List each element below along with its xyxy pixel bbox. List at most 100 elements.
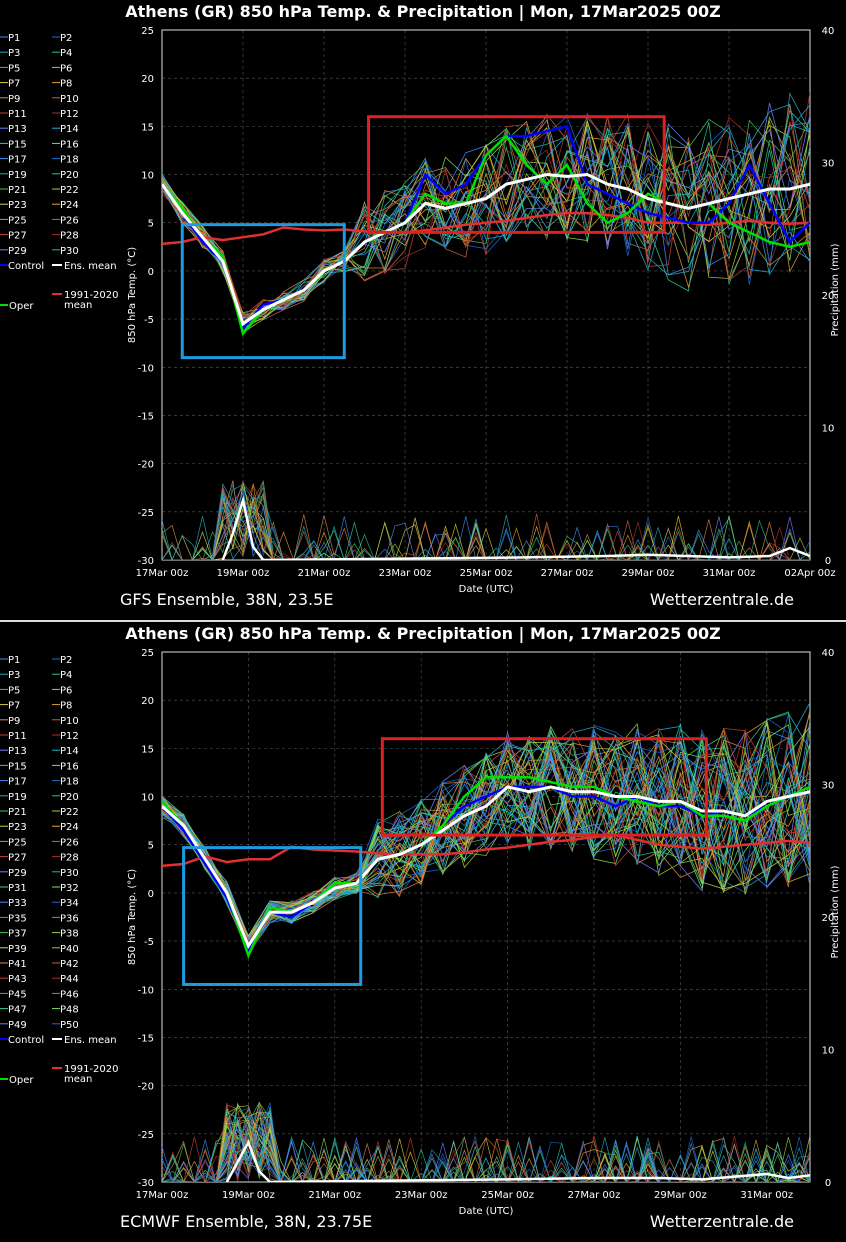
legend-label: P13	[8, 746, 27, 757]
legend-label: P19	[8, 170, 27, 181]
y-tick-label: -30	[138, 1178, 154, 1189]
legend-label: P17	[8, 777, 27, 788]
legend-label: P43	[8, 974, 27, 985]
legend-label: P20	[60, 170, 79, 181]
legend-label: P24	[60, 822, 79, 833]
y2-axis-label: Precipitation (mm)	[830, 243, 841, 336]
y-tick-label: -25	[138, 508, 154, 519]
source-label: Wetterzentrale.de	[649, 1212, 794, 1231]
legend-label: P44	[60, 974, 79, 985]
legend: P1 P2 P3 P4 P5 P6 P7 P8 P9 P10 P11 P12 P13 P14 P15 P16 P…	[0, 33, 119, 312]
legend-label: P18	[60, 155, 79, 166]
y-tick-label: 25	[141, 648, 154, 659]
y2-tick-label: 0	[825, 1178, 831, 1189]
legend-label: P18	[60, 777, 79, 788]
legend-label: P8	[60, 701, 72, 712]
x-tick-label: 23Mar 00z	[395, 1190, 448, 1201]
x-tick-label: 31Mar 00z	[703, 568, 756, 579]
gfs-panel: Athens (GR) 850 hPa Temp. & Precipitatio…	[0, 0, 846, 620]
y-tick-label: -10	[138, 363, 154, 374]
legend-label: P4	[60, 670, 72, 681]
x-tick-label: 02Apr 00z	[784, 568, 835, 579]
legend-label: P42	[60, 959, 79, 970]
x-tick-label: 29Mar 00z	[654, 1190, 707, 1201]
legend-label: P7	[8, 79, 20, 90]
legend-label: P4	[60, 48, 72, 59]
legend-label: P12	[60, 109, 79, 120]
legend-label: P50	[60, 1020, 79, 1031]
gfs-chart: 2520151050-5-10-15-20-25-3040302010017Ma…	[0, 26, 841, 595]
legend-label: P5	[8, 685, 20, 696]
legend-label: P37	[8, 929, 27, 940]
y-tick-label: -20	[138, 1082, 154, 1093]
legend-label: P2	[60, 655, 72, 666]
legend-label: P30	[60, 868, 79, 879]
y-tick-label: 25	[141, 26, 154, 37]
y-tick-label: -15	[138, 411, 154, 422]
y-tick-label: -5	[144, 937, 154, 948]
legend-label: P2	[60, 33, 72, 44]
legend-label: P16	[60, 139, 79, 150]
ecmwf-chart: 2520151050-5-10-15-20-25-3040302010017Ma…	[0, 648, 841, 1217]
y2-tick-label: 30	[822, 159, 835, 170]
y-tick-label: -20	[138, 460, 154, 471]
y2-tick-label: 30	[822, 781, 835, 792]
x-tick-label: 27Mar 00z	[568, 1190, 621, 1201]
y-tick-label: 10	[141, 171, 154, 182]
x-tick-label: 27Mar 00z	[541, 568, 594, 579]
legend-label: P3	[8, 670, 20, 681]
y-axis-label: 850 hPa Temp. (°C)	[127, 247, 138, 343]
model-label: ECMWF Ensemble, 38N, 23.75E	[120, 1212, 373, 1231]
legend-label: P15	[8, 139, 27, 150]
legend-label: P3	[8, 48, 20, 59]
legend-label: P6	[60, 685, 72, 696]
y2-tick-label: 10	[822, 424, 835, 435]
legend-label: P11	[8, 109, 27, 120]
legend-label: P32	[60, 883, 79, 894]
legend-control: Control	[8, 261, 44, 272]
legend-label: P22	[60, 185, 79, 196]
legend-label: P10	[60, 716, 79, 727]
legend-label: P25	[8, 837, 27, 848]
y2-axis-label: Precipitation (mm)	[830, 865, 841, 958]
legend-label: P47	[8, 1005, 27, 1016]
legend-label: P28	[60, 853, 79, 864]
x-tick-label: 29Mar 00z	[622, 568, 675, 579]
legend-label: P14	[60, 746, 79, 757]
y-tick-label: 20	[141, 74, 154, 85]
x-tick-label: 17Mar 00z	[136, 568, 189, 579]
legend-label: P27	[8, 231, 27, 242]
ecmwf-panel: Athens (GR) 850 hPa Temp. & Precipitatio…	[0, 620, 846, 1240]
legend-label: P1	[8, 655, 20, 666]
legend-label: P17	[8, 155, 27, 166]
legend-label: P16	[60, 761, 79, 772]
legend-oper: Oper	[9, 1075, 34, 1086]
x-tick-label: 19Mar 00z	[217, 568, 270, 579]
legend-label: P28	[60, 231, 79, 242]
y-tick-label: 0	[148, 267, 154, 278]
y-tick-label: 15	[141, 122, 154, 133]
y-axis-label: 850 hPa Temp. (°C)	[127, 869, 138, 965]
legend-label: P49	[8, 1020, 27, 1031]
legend-oper: Oper	[9, 301, 34, 312]
legend-label: P9	[8, 94, 20, 105]
x-tick-label: 21Mar 00z	[298, 568, 351, 579]
legend-control: Control	[8, 1035, 44, 1046]
legend-label: P23	[8, 200, 27, 211]
legend-label: P1	[8, 33, 20, 44]
legend-label: P27	[8, 853, 27, 864]
y-tick-label: -5	[144, 315, 154, 326]
legend-label: P38	[60, 929, 79, 940]
legend-label: P5	[8, 63, 20, 74]
x-tick-label: 19Mar 00z	[222, 1190, 275, 1201]
legend-label: P29	[8, 246, 27, 257]
y-tick-label: 5	[148, 219, 154, 230]
legend-label: P35	[8, 913, 27, 924]
y2-tick-label: 10	[822, 1046, 835, 1057]
legend-label: P23	[8, 822, 27, 833]
source-label: Wetterzentrale.de	[649, 590, 794, 609]
x-axis-label: Date (UTC)	[459, 584, 514, 595]
legend-label: P12	[60, 731, 79, 742]
x-tick-label: 21Mar 00z	[308, 1190, 361, 1201]
legend-label: P25	[8, 215, 27, 226]
